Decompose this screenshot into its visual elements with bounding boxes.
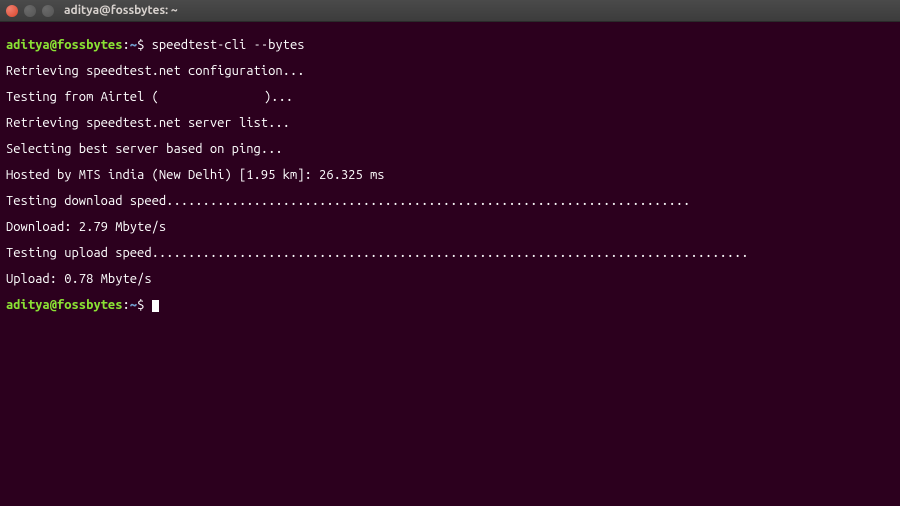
window-title: aditya@fossbytes: ~ bbox=[64, 4, 178, 17]
prompt-at: @ bbox=[50, 298, 57, 312]
prompt-dollar: $ bbox=[137, 38, 144, 52]
output-line: Retrieving speedtest.net server list... bbox=[6, 117, 894, 130]
output-line: Upload: 0.78 Mbyte/s bbox=[6, 273, 894, 286]
output-line: Retrieving speedtest.net configuration..… bbox=[6, 65, 894, 78]
prompt-host: fossbytes bbox=[57, 298, 123, 312]
cursor bbox=[152, 300, 159, 312]
prompt-at: @ bbox=[50, 38, 57, 52]
prompt-user: aditya bbox=[6, 298, 50, 312]
prompt-path: ~ bbox=[130, 298, 137, 312]
terminal-line: aditya@fossbytes:~$ speedtest-cli --byte… bbox=[6, 39, 894, 52]
titlebar: aditya@fossbytes: ~ bbox=[0, 0, 900, 22]
output-line: Testing upload speed....................… bbox=[6, 247, 894, 260]
output-line: Hosted by MTS india (New Delhi) [1.95 km… bbox=[6, 169, 894, 182]
close-icon[interactable] bbox=[6, 5, 18, 17]
prompt-host: fossbytes bbox=[57, 38, 123, 52]
output-line: Testing download speed..................… bbox=[6, 195, 894, 208]
prompt-user: aditya bbox=[6, 38, 50, 52]
maximize-icon[interactable] bbox=[42, 5, 54, 17]
prompt-dollar: $ bbox=[137, 298, 144, 312]
redacted-block bbox=[159, 92, 264, 103]
terminal[interactable]: aditya@fossbytes:~$ speedtest-cli --byte… bbox=[0, 22, 900, 329]
output-text: )... bbox=[264, 90, 293, 104]
output-line: Download: 2.79 Mbyte/s bbox=[6, 221, 894, 234]
prompt-colon: : bbox=[123, 298, 130, 312]
output-line: Testing from Airtel ()... bbox=[6, 91, 894, 104]
prompt-colon: : bbox=[123, 38, 130, 52]
minimize-icon[interactable] bbox=[24, 5, 36, 17]
command-text: speedtest-cli --bytes bbox=[152, 38, 305, 52]
output-line: Selecting best server based on ping... bbox=[6, 143, 894, 156]
prompt-path: ~ bbox=[130, 38, 137, 52]
terminal-line: aditya@fossbytes:~$ bbox=[6, 299, 894, 312]
window-controls bbox=[6, 5, 54, 17]
output-text: Testing from Airtel ( bbox=[6, 90, 159, 104]
